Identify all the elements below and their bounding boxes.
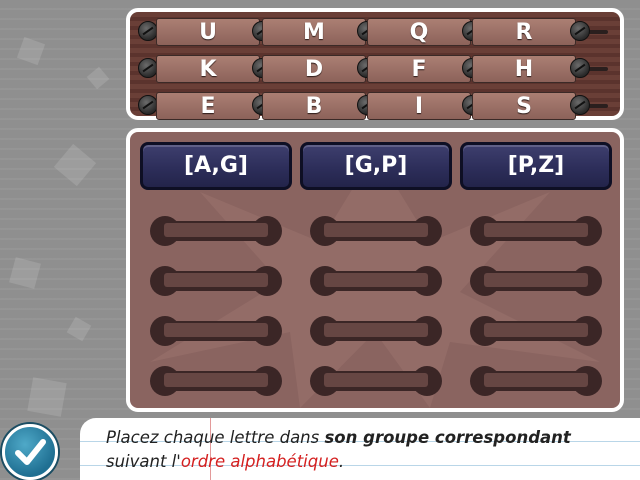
- drop-slot[interactable]: [310, 266, 442, 296]
- instruction-text: Placez chaque lettre dans son groupe cor…: [106, 428, 571, 471]
- letter-tile-f[interactable]: F: [367, 55, 471, 83]
- drop-slot[interactable]: [470, 266, 602, 296]
- group-header-g-p: [G,P]: [300, 142, 452, 190]
- letter-tile-b[interactable]: B: [262, 92, 366, 120]
- letter-row: E B I S: [138, 92, 616, 120]
- drop-slot[interactable]: [150, 366, 282, 396]
- sorting-board: [A,G] [G,P] [P,Z]: [126, 128, 624, 412]
- letter-tile-k[interactable]: K: [156, 55, 260, 83]
- letter-row: K D F H: [138, 55, 616, 83]
- group-header-a-g: [A,G]: [140, 142, 292, 190]
- drop-slot[interactable]: [150, 216, 282, 246]
- letter-tile-s[interactable]: S: [472, 92, 576, 120]
- drop-slot[interactable]: [310, 316, 442, 346]
- letter-row: U M Q R: [138, 18, 616, 46]
- group-header-p-z: [P,Z]: [460, 142, 612, 190]
- drop-slot[interactable]: [470, 216, 602, 246]
- drop-slot[interactable]: [150, 316, 282, 346]
- drop-slot[interactable]: [470, 366, 602, 396]
- letter-tile-h[interactable]: H: [472, 55, 576, 83]
- letter-tile-d[interactable]: D: [262, 55, 366, 83]
- letter-tile-e[interactable]: E: [156, 92, 260, 120]
- letter-bank-panel: U M Q R K D F H E B I S: [126, 8, 624, 120]
- drop-slot[interactable]: [150, 266, 282, 296]
- letter-tile-r[interactable]: R: [472, 18, 576, 46]
- checkmark-icon: [15, 439, 46, 465]
- letter-tile-i[interactable]: I: [367, 92, 471, 120]
- letter-tile-m[interactable]: M: [262, 18, 366, 46]
- letter-tile-q[interactable]: Q: [367, 18, 471, 46]
- drop-slot[interactable]: [310, 216, 442, 246]
- validate-button[interactable]: [2, 424, 58, 480]
- letter-tile-u[interactable]: U: [156, 18, 260, 46]
- drop-slot[interactable]: [470, 316, 602, 346]
- instruction-card: Placez chaque lettre dans son groupe cor…: [80, 418, 640, 480]
- drop-slot[interactable]: [310, 366, 442, 396]
